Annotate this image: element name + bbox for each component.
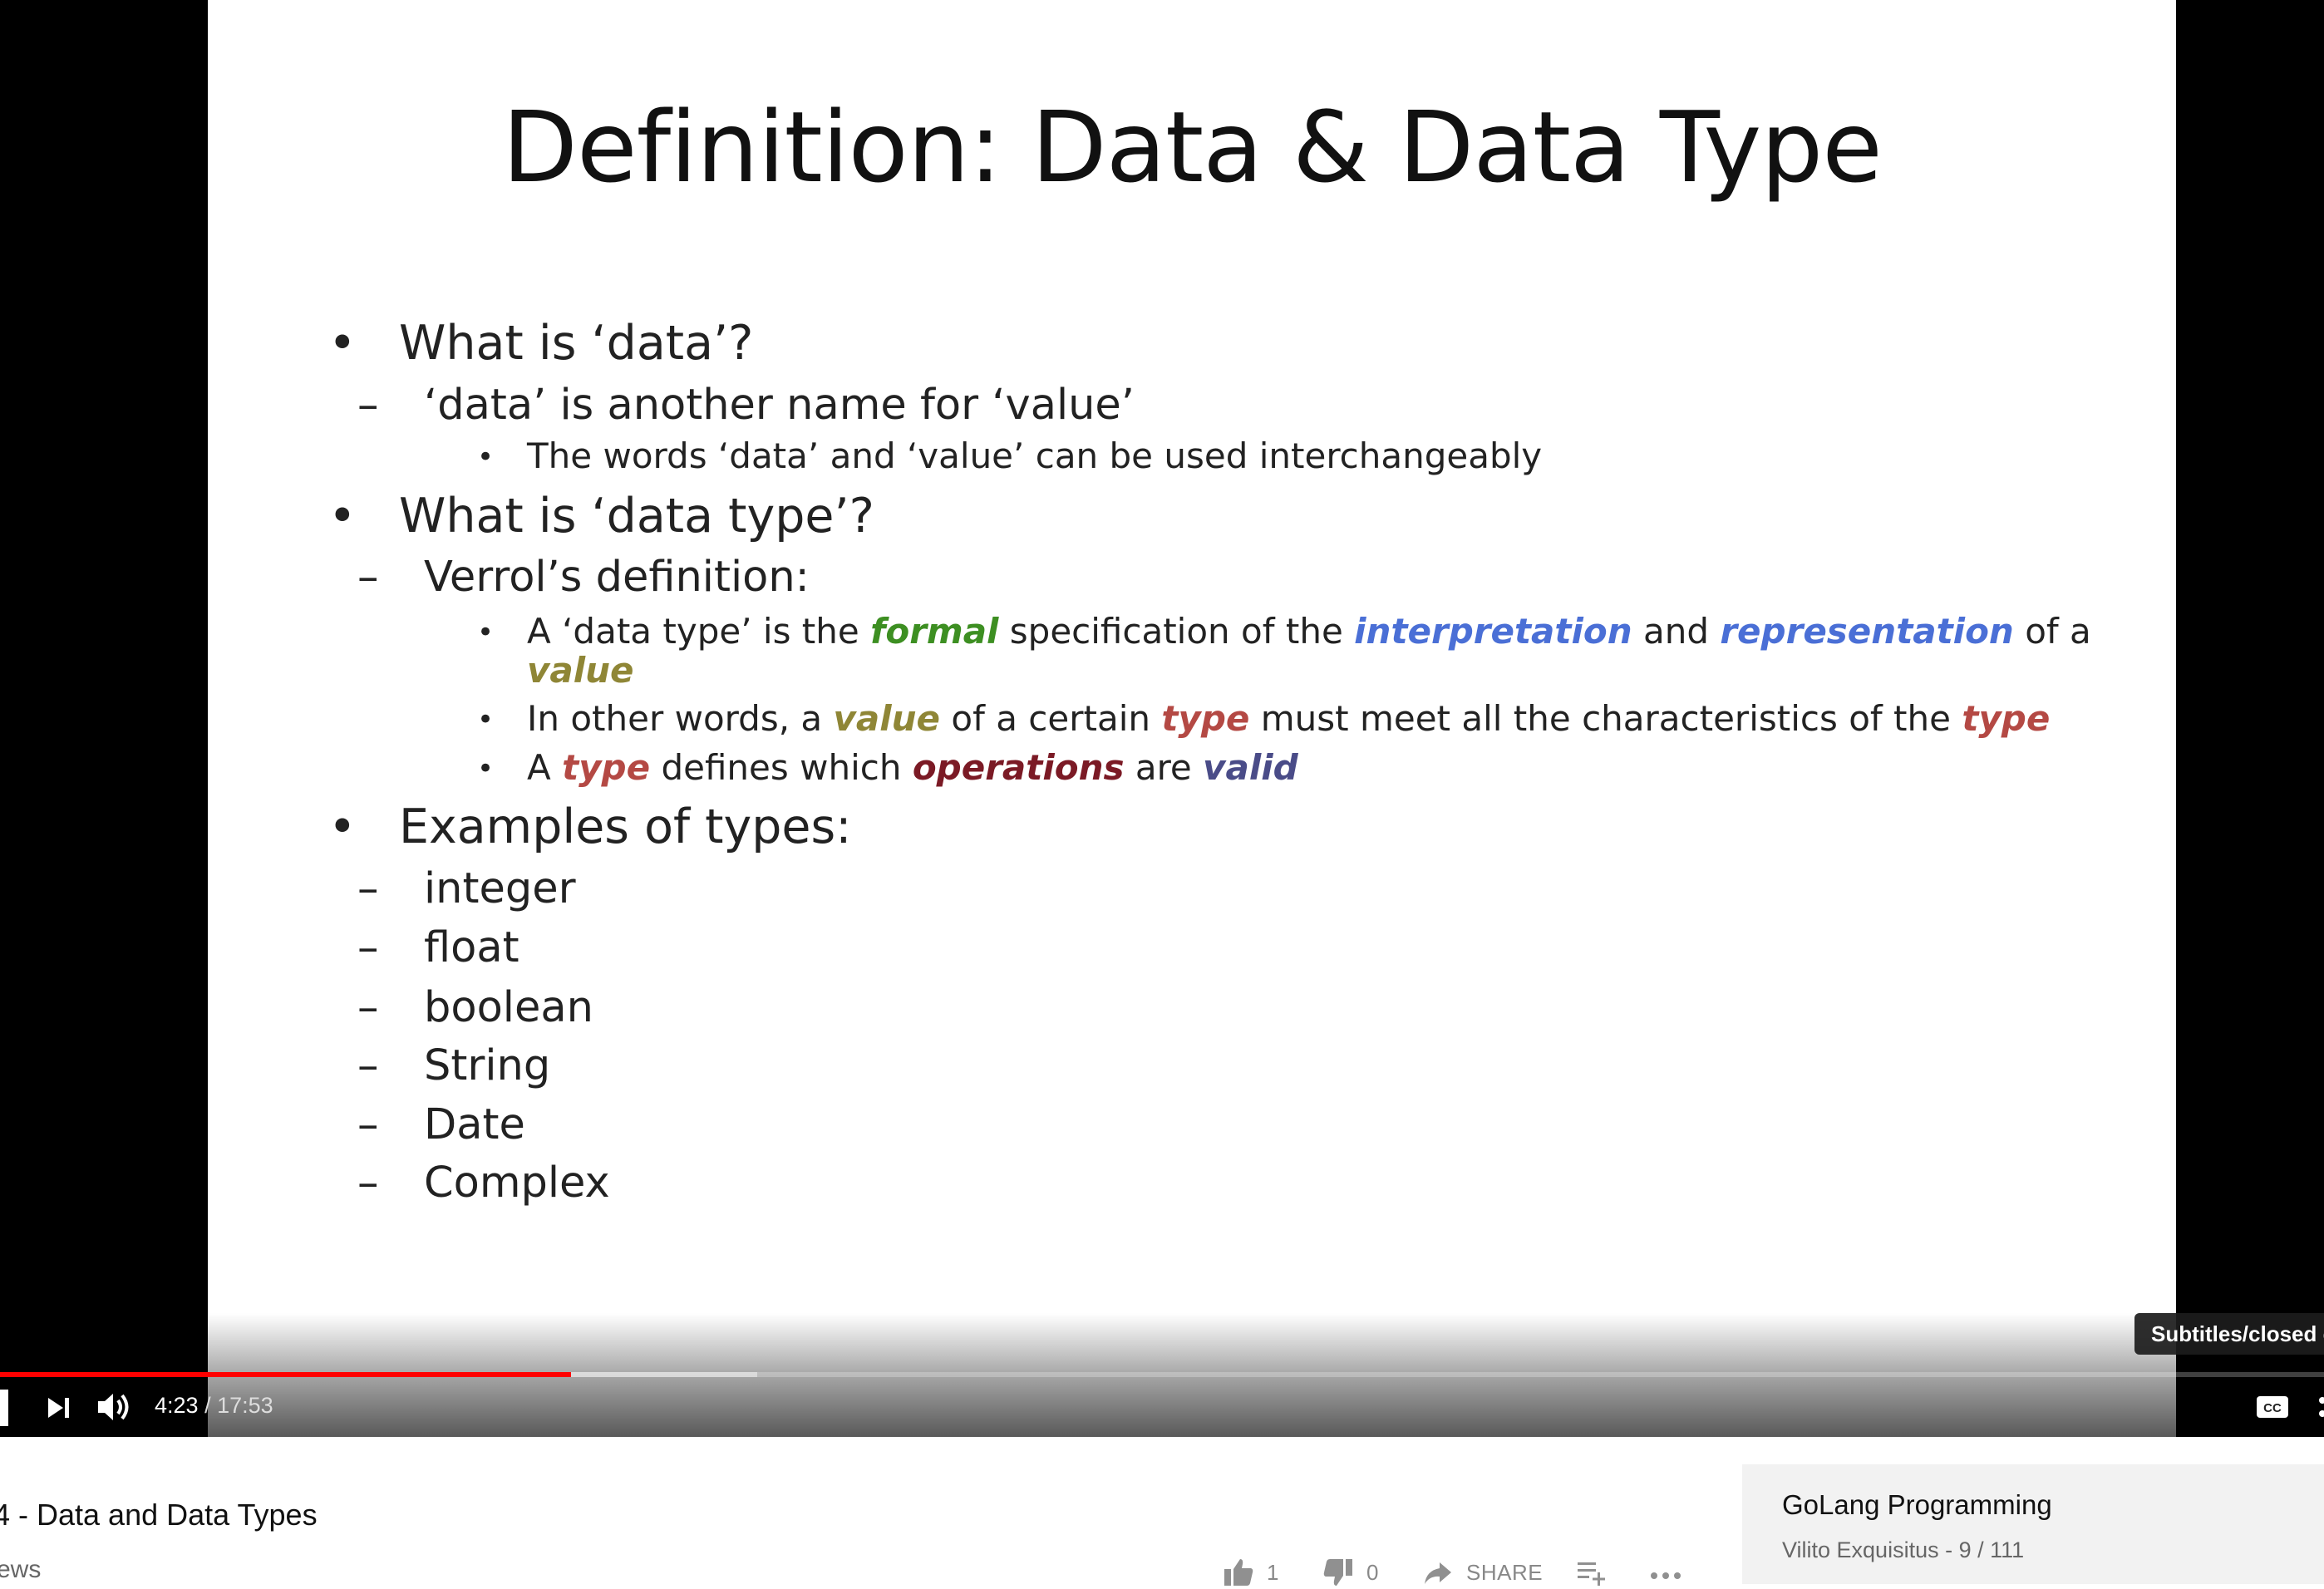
term-formal: formal — [870, 611, 999, 652]
term-type: type — [1161, 698, 1250, 739]
add-to-playlist-button[interactable] — [1576, 1556, 1609, 1589]
dislike-button[interactable]: 0 — [1322, 1556, 1379, 1589]
term-value: value — [527, 650, 634, 691]
example-item: – boolean — [357, 983, 593, 1032]
tooltip: Subtitles/closed captions (c) — [2134, 1313, 2324, 1355]
progress-played — [0, 1372, 572, 1377]
current-time: 4:23 — [155, 1393, 199, 1418]
term-type: type — [1962, 698, 2051, 739]
bullet-item: • Examples of types: — [328, 799, 852, 854]
example-item: – Complex — [357, 1159, 610, 1208]
term-type: type — [562, 747, 651, 788]
cc-icon[interactable]: CC — [2256, 1393, 2289, 1421]
settings-icon[interactable] — [2311, 1393, 2324, 1421]
play-icon[interactable] — [0, 1390, 8, 1426]
like-button[interactable]: 1 — [1222, 1556, 1279, 1589]
term-operations: operations — [912, 747, 1125, 788]
sub-bullet-item: • The words ‘data’ and ‘value’ can be us… — [477, 435, 1543, 476]
example-item: – float — [357, 923, 519, 972]
playlist-add-icon — [1578, 1562, 1605, 1586]
term-value: value — [833, 698, 941, 739]
bullet-item: • What is ‘data type’? — [328, 489, 874, 544]
term-valid: valid — [1203, 747, 1298, 788]
playlist-meta: Vilito Exquisitus - 9 / 111 — [1782, 1537, 2025, 1562]
video-title: 4 - Data and Data Types — [0, 1498, 318, 1532]
thumbs-down-icon — [1323, 1559, 1352, 1586]
share-icon — [1425, 1562, 1451, 1584]
playlist-panel[interactable]: GoLang Programming Vilito Exquisitus - 9… — [1742, 1464, 2324, 1584]
dash-item: – ‘data’ is another name for ‘value’ — [357, 381, 1135, 430]
term-interpretation: interpretation — [1354, 611, 1632, 652]
playlist-title[interactable]: GoLang Programming — [1782, 1489, 2052, 1521]
next-icon[interactable] — [43, 1390, 76, 1426]
time-display: 4:23 / 17:53 — [155, 1393, 273, 1418]
duration: 17:53 — [217, 1393, 273, 1418]
share-button[interactable]: SHARE — [1421, 1556, 1543, 1589]
dash-item: – Verrol’s definition: — [357, 553, 810, 602]
progress-bar[interactable] — [0, 1372, 2324, 1377]
example-item: – String — [357, 1041, 551, 1090]
svg-text:CC: CC — [2263, 1401, 2282, 1415]
video-player[interactable]: Definition: Data & Data Type • What is ‘… — [0, 0, 2324, 1437]
slide-title: Definition: Data & Data Type — [502, 90, 1883, 204]
more-actions-button[interactable] — [1647, 1556, 1684, 1589]
thumbs-up-icon — [1224, 1559, 1253, 1586]
slide: Definition: Data & Data Type • What is ‘… — [208, 0, 2176, 1437]
sub-bullet-item: • In other words, a value of a certain t… — [477, 698, 2051, 739]
volume-icon[interactable] — [95, 1386, 138, 1428]
view-count: ews — [0, 1556, 42, 1583]
sub-bullet-item: • A ‘data type’ is the formal specificat… — [477, 611, 2091, 691]
sub-bullet-item: • A type defines which operations are va… — [477, 747, 1298, 788]
term-representation: representation — [1720, 611, 2014, 652]
example-item: – Date — [357, 1100, 525, 1149]
bullet-item: • What is ‘data’? — [328, 316, 754, 371]
more-icon — [1651, 1572, 1681, 1579]
example-item: – integer — [357, 864, 576, 913]
